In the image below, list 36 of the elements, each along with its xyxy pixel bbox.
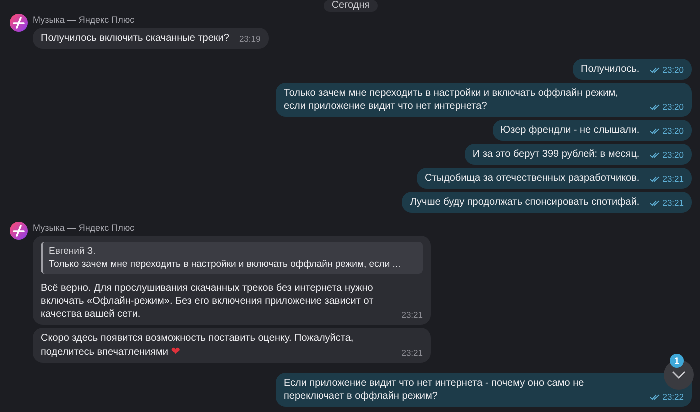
- message-text: Только зачем мне переходить в настройки и включать оффлайн режим, если приложение видит что нет интернета?: [284, 87, 620, 113]
- message-text: Лучше буду продолжать спонсировать спотифай.: [410, 196, 640, 209]
- message-time: 23:20: [650, 125, 684, 137]
- message-time: 23:22: [650, 391, 684, 403]
- message-text: Скоро здесь появится возможность поставить оценку. Пожалуйста, поделитесь впечатлениями ❤: [41, 332, 355, 359]
- sender-name: Музыка — Яндекс Плюс: [33, 14, 135, 26]
- message-text: Если приложение видит что нет интернета - почему оно само не переключает в оффлайн режим?: [284, 377, 586, 403]
- message-text: Получилось включить скачанные треки?: [41, 32, 230, 45]
- double-check-icon: [650, 176, 661, 182]
- double-check-icon: [650, 66, 661, 74]
- message-time: 23:20: [650, 64, 684, 76]
- double-check-icon: [650, 394, 661, 400]
- date-badge: Сегодня: [324, 0, 378, 12]
- double-check-icon: [650, 104, 661, 110]
- double-check-icon: [650, 128, 661, 134]
- chevron-down-icon: [672, 371, 686, 379]
- unread-badge: 1: [670, 354, 684, 368]
- message-time: 23:21: [402, 347, 423, 359]
- quote-text: Только зачем мне переходить в настройки и включать оффлайн режим, если ...: [49, 258, 402, 271]
- message-text: И за это берут 399 рублей: в месяц.: [472, 148, 640, 161]
- double-check-icon: [650, 200, 661, 206]
- message-time: 23:19: [239, 33, 261, 45]
- message-text: Юзер френдли - не слышали.: [500, 124, 640, 137]
- message-time: 23:20: [650, 101, 684, 113]
- avatar-icon: [10, 14, 28, 32]
- quote-author: Евгений З.: [49, 245, 97, 258]
- message-time: 23:21: [650, 197, 684, 209]
- message-time: 23:20: [650, 149, 684, 161]
- message-text: Стыдобища за отечественных разработчиков.: [425, 172, 640, 185]
- message-time: 23:21: [650, 173, 684, 185]
- message-text: Получилось.: [581, 63, 640, 76]
- sender-name: Музыка — Яндекс Плюс: [33, 222, 135, 234]
- double-check-icon: [650, 152, 661, 158]
- avatar-icon: [10, 222, 28, 240]
- message-time: 23:21: [402, 309, 423, 321]
- message-text: Всё верно. Для прослушивания скачанных треков без интернета нужно включать «Офлайн-режим». Без его включения приложение зависит от качества вашей сети.: [41, 282, 375, 321]
